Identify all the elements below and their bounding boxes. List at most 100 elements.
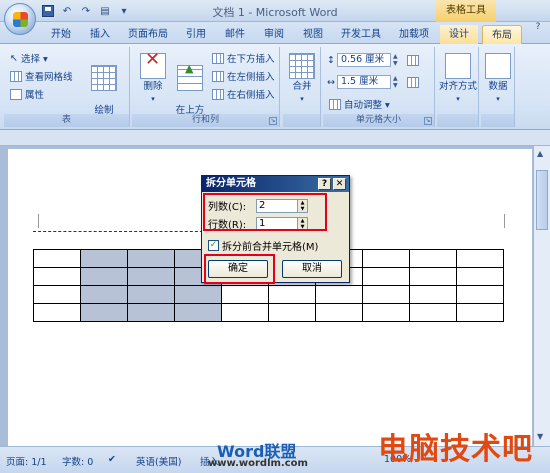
tab-developer[interactable]: 开发工具: [335, 25, 387, 44]
table-cell[interactable]: [268, 303, 316, 322]
scroll-up-icon[interactable]: ▲: [537, 149, 543, 158]
tab-design[interactable]: 设计: [440, 25, 478, 44]
tab-add-ins[interactable]: 加载项: [392, 25, 436, 44]
table-cell[interactable]: [315, 303, 363, 322]
table-cell[interactable]: [127, 303, 175, 322]
table-top-dashed-line: [33, 231, 208, 232]
cursor-arrow-icon: ↖: [10, 52, 18, 64]
table-cell[interactable]: [268, 285, 316, 304]
table-cell[interactable]: [409, 249, 457, 268]
table-tools-context-title: 表格工具: [436, 0, 496, 22]
table-cell[interactable]: [221, 303, 269, 322]
spinner-arrows-icon[interactable]: ▲ ▼: [393, 53, 401, 67]
vertical-scrollbar[interactable]: ▲ ▼: [533, 146, 550, 446]
tab-mailings[interactable]: 邮件: [218, 25, 252, 44]
tab-references[interactable]: 引用: [179, 25, 213, 44]
dialog-close-button[interactable]: ✕: [333, 178, 346, 190]
cell-width-input[interactable]: 1.5 厘米: [336, 75, 391, 89]
table-cell[interactable]: [456, 303, 504, 322]
cell-height-spinner[interactable]: ↕ 0.56 厘米 ▲ ▼: [327, 53, 419, 67]
autofit-icon: [329, 98, 341, 110]
tab-review[interactable]: 审阅: [257, 25, 291, 44]
ribbon-window-controls: ?: [530, 22, 546, 36]
dialog-help-button[interactable]: ?: [318, 178, 331, 190]
group-label-merge: [283, 114, 320, 127]
table-cell[interactable]: [127, 249, 175, 268]
ribbon-tabs: 开始 插入 页面布局 引用 邮件 审阅 视图 开发工具 加载项 设计 布局 ?: [0, 22, 550, 44]
group-label-cell-size: 单元格大小: [323, 114, 434, 127]
word-count[interactable]: 字数: 0: [62, 454, 93, 468]
tab-page-layout[interactable]: 页面布局: [122, 25, 174, 44]
table-cell[interactable]: [174, 285, 222, 304]
table-cell[interactable]: [456, 285, 504, 304]
distribute-rows-icon[interactable]: [406, 54, 419, 66]
table-cell[interactable]: [80, 303, 128, 322]
table-cell[interactable]: [362, 303, 410, 322]
table-row: [33, 285, 504, 304]
merge-before-split-checkbox[interactable]: ✓ 拆分前合并单元格(M): [208, 238, 318, 253]
table-cell[interactable]: [221, 285, 269, 304]
cancel-button[interactable]: 取消: [282, 260, 342, 278]
tab-view[interactable]: 视图: [296, 25, 330, 44]
table-cell[interactable]: [362, 285, 410, 304]
group-rows-columns: 删除 ▾ 在上方 插入 在下方插入 在左侧插入 在右侧插入 行和列 ↘: [132, 47, 280, 128]
dialog-launcher-icon[interactable]: ↘: [269, 117, 277, 125]
language-indicator[interactable]: 英语(美国): [136, 454, 181, 468]
highlight-rows-columns: [203, 193, 327, 231]
table-cell[interactable]: [33, 285, 81, 304]
dialog-launcher-icon[interactable]: ↘: [424, 117, 432, 125]
tab-home[interactable]: 开始: [44, 25, 78, 44]
table-cell[interactable]: [362, 267, 410, 286]
table-cell[interactable]: [315, 285, 363, 304]
tab-insert[interactable]: 插入: [83, 25, 117, 44]
table-cell[interactable]: [409, 303, 457, 322]
table-cell[interactable]: [127, 285, 175, 304]
distribute-columns-icon[interactable]: [406, 76, 419, 88]
properties-icon: [10, 88, 22, 100]
group-merge: 合并 ▾: [283, 47, 321, 127]
properties-button[interactable]: 属性: [10, 87, 44, 101]
table-grid-icon: [91, 65, 117, 91]
group-label-table: 表: [4, 114, 129, 127]
alignment-button[interactable]: 对齐方式 ▾: [438, 53, 478, 105]
office-button[interactable]: [4, 3, 36, 35]
table-cell[interactable]: [456, 267, 504, 286]
autofit-button[interactable]: 自动调整 ▾: [329, 97, 390, 111]
tab-layout[interactable]: 布局: [482, 25, 522, 44]
view-gridlines-button[interactable]: 查看网格线: [10, 69, 73, 83]
delete-button[interactable]: 删除 ▾: [136, 53, 170, 105]
help-icon[interactable]: ?: [530, 22, 546, 36]
table-cell[interactable]: [33, 249, 81, 268]
table-cell[interactable]: [33, 303, 81, 322]
data-button[interactable]: 数据 ▾: [482, 53, 514, 105]
table-cell[interactable]: [80, 285, 128, 304]
select-button[interactable]: ↖ 选择 ▾: [10, 51, 48, 66]
table-cell[interactable]: [127, 267, 175, 286]
row-height-icon: ↕: [327, 54, 335, 66]
table-cell[interactable]: [409, 267, 457, 286]
chevron-down-icon: ▾: [151, 95, 155, 103]
chevron-down-icon: ▾: [496, 95, 500, 103]
merge-button[interactable]: 合并 ▾: [286, 53, 318, 105]
table-cell[interactable]: [409, 285, 457, 304]
highlight-ok-button: [204, 254, 275, 284]
checkmark-icon[interactable]: ✓: [208, 240, 219, 251]
insert-right-button[interactable]: 在右侧插入: [212, 87, 275, 101]
insert-below-button[interactable]: 在下方插入: [212, 51, 275, 65]
table-cell[interactable]: [362, 249, 410, 268]
scroll-thumb[interactable]: [536, 170, 548, 230]
page-indicator[interactable]: 页面: 1/1: [6, 454, 47, 468]
scroll-down-icon[interactable]: ▼: [537, 432, 543, 441]
dialog-title: 拆分单元格: [206, 178, 256, 189]
proofing-icon[interactable]: ✔: [108, 454, 116, 465]
table-cell[interactable]: [174, 303, 222, 322]
spinner-arrows-icon[interactable]: ▲ ▼: [393, 75, 401, 89]
table-cell[interactable]: [80, 249, 128, 268]
cell-height-input[interactable]: 0.56 厘米: [336, 53, 391, 67]
insert-left-button[interactable]: 在左侧插入: [212, 69, 275, 83]
cell-width-spinner[interactable]: ↔ 1.5 厘米 ▲ ▼: [327, 75, 419, 89]
table-cell[interactable]: [456, 249, 504, 268]
table-cell[interactable]: [33, 267, 81, 286]
table-cell[interactable]: [80, 267, 128, 286]
column-width-icon: ↔: [327, 76, 335, 88]
